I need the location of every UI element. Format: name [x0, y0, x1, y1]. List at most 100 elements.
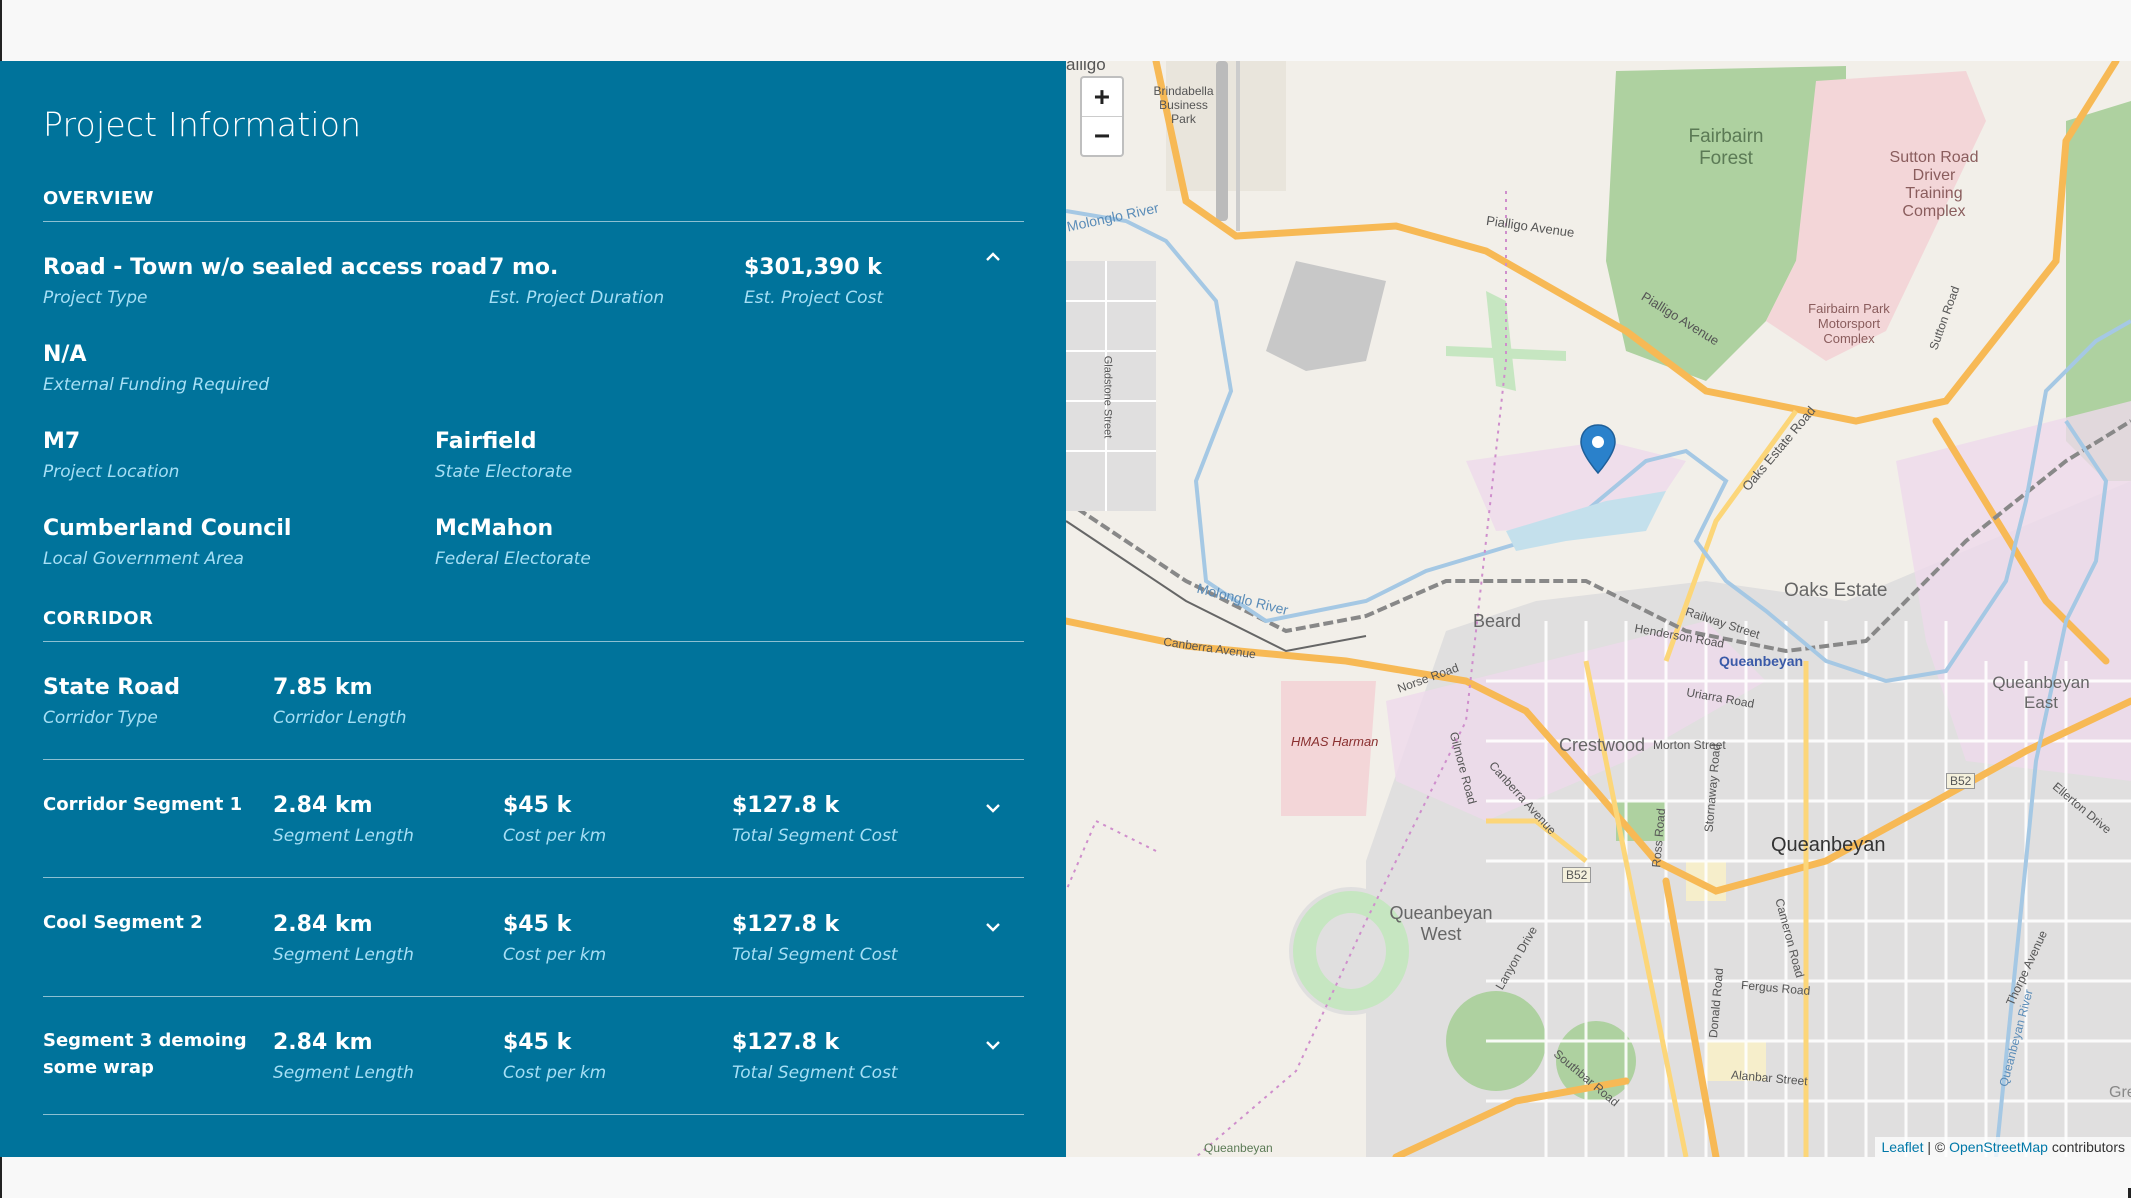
total-segment-cost-label: Total Segment Cost	[732, 945, 898, 965]
map-label: Queanbeyan	[1771, 834, 1886, 856]
chevron-down-icon	[986, 1041, 1000, 1050]
segments-divider	[43, 759, 1024, 760]
map-label: Gre	[2109, 1084, 2131, 1101]
map-label: Fairbairn Forest	[1688, 126, 1764, 169]
cost-per-km-field: $45 k Cost per km	[503, 793, 606, 846]
map-label: B52	[1946, 773, 1976, 789]
attribution-separator: | ©	[1923, 1139, 1950, 1155]
map-label: Gladstone Street	[1101, 355, 1114, 439]
segment-length-value: 2.84 km	[273, 1030, 373, 1055]
segment-divider	[43, 1114, 1024, 1115]
map-label: alligo	[1066, 61, 1106, 74]
segment-length-field: 2.84 km Segment Length	[273, 1030, 414, 1083]
corridor-type-field: State Road Corridor Type	[43, 675, 180, 728]
openstreetmap-link[interactable]: OpenStreetMap	[1949, 1139, 2048, 1155]
expand-segment-3-button[interactable]	[982, 1034, 1004, 1056]
project-information-panel: Project Information OVERVIEW Road - Town…	[0, 61, 1066, 1157]
location-value: M7	[43, 429, 81, 454]
segment-length-value: 2.84 km	[273, 793, 373, 818]
leaflet-link[interactable]: Leaflet	[1881, 1139, 1923, 1155]
map-attribution: Leaflet | © OpenStreetMap contributors	[1875, 1137, 2131, 1157]
cost-label: Est. Project Cost	[744, 288, 884, 308]
segment-length-label: Segment Length	[273, 1063, 414, 1083]
cost-per-km-label: Cost per km	[503, 1063, 607, 1083]
corridor-heading: CORRIDOR	[43, 608, 154, 629]
chevron-up-icon	[986, 252, 1000, 261]
total-segment-cost-field: $127.8 k Total Segment Cost	[732, 793, 898, 846]
federal-electorate-field: McMahon Federal Electorate	[435, 516, 591, 569]
cost-per-km-value: $45 k	[503, 793, 572, 818]
total-segment-cost-value: $127.8 k	[732, 912, 840, 937]
lga-value: Cumberland Council	[43, 516, 292, 541]
zoom-in-button[interactable]: +	[1082, 78, 1122, 116]
location-field: M7 Project Location	[43, 429, 179, 482]
state-electorate-value: Fairfield	[435, 429, 537, 454]
segment-length-field: 2.84 km Segment Length	[273, 912, 414, 965]
corridor-type-value: State Road	[43, 675, 180, 700]
map-view[interactable]: + − alligo Fairbairn Forest Sutton Road …	[1066, 61, 2131, 1157]
funding-field: N/A External Funding Required	[43, 342, 269, 395]
collapse-overview-button[interactable]	[982, 246, 1004, 268]
map-label: B52	[1562, 867, 1592, 883]
cost-per-km-label: Cost per km	[503, 945, 607, 965]
chevron-down-icon	[986, 804, 1000, 813]
lga-field: Cumberland Council Local Government Area	[43, 516, 291, 569]
federal-electorate-label: Federal Electorate	[435, 549, 591, 569]
chevron-down-icon	[986, 923, 1000, 932]
project-type-value: Road - Town w/o sealed access road	[43, 255, 488, 280]
state-electorate-field: Fairfield State Electorate	[435, 429, 572, 482]
map-label: Oaks Estate	[1784, 580, 1888, 601]
page-title: Project Information	[43, 105, 362, 144]
funding-label: External Funding Required	[43, 375, 270, 395]
segment-divider	[43, 877, 1024, 878]
location-label: Project Location	[43, 462, 180, 482]
map-label: Queanbeyan West	[1389, 903, 1493, 944]
map-label: Queanbeyan East	[1992, 673, 2090, 712]
map-tiles[interactable]	[1066, 61, 2131, 1157]
cost-per-km-value: $45 k	[503, 1030, 572, 1055]
duration-field: 7 mo. Est. Project Duration	[489, 255, 664, 308]
map-label: Queanbeyan	[1719, 653, 1804, 669]
top-bar	[0, 0, 2131, 61]
cost-per-km-label: Cost per km	[503, 826, 607, 846]
map-marker-icon[interactable]	[1580, 424, 1616, 474]
federal-electorate-value: McMahon	[435, 516, 554, 541]
duration-label: Est. Project Duration	[489, 288, 665, 308]
cost-per-km-value: $45 k	[503, 912, 572, 937]
segment-length-label: Segment Length	[273, 826, 414, 846]
total-segment-cost-field: $127.8 k Total Segment Cost	[732, 1030, 898, 1083]
corridor-type-label: Corridor Type	[43, 708, 158, 728]
duration-value: 7 mo.	[489, 255, 559, 280]
map-label: Sutton Road Driver Training Complex	[1889, 149, 1979, 220]
segment-name: Cool Segment 2	[43, 912, 203, 933]
total-segment-cost-label: Total Segment Cost	[732, 1063, 898, 1083]
segment-name: Segment 3 demoing some wrap	[43, 1030, 247, 1078]
project-type-field: Road - Town w/o sealed access road Proje…	[43, 255, 487, 308]
corridor-length-label: Corridor Length	[273, 708, 407, 728]
cost-per-km-field: $45 k Cost per km	[503, 912, 606, 965]
cost-value: $301,390 k	[744, 255, 882, 280]
map-label: Crestwood	[1559, 735, 1646, 755]
overview-divider	[43, 221, 1024, 222]
segment-length-label: Segment Length	[273, 945, 414, 965]
bottom-bar	[0, 1157, 2131, 1198]
map-label: HMAS Harman	[1291, 734, 1379, 749]
funding-value: N/A	[43, 342, 87, 367]
attribution-suffix: contributors	[2047, 1139, 2125, 1155]
map-label: Queanbeyan	[1204, 1141, 1273, 1155]
zoom-out-button[interactable]: −	[1082, 116, 1122, 155]
total-segment-cost-field: $127.8 k Total Segment Cost	[732, 912, 898, 965]
total-segment-cost-value: $127.8 k	[732, 793, 840, 818]
map-label: Brindabella Business Park	[1153, 84, 1214, 126]
expand-segment-1-button[interactable]	[982, 797, 1004, 819]
segment-divider	[43, 996, 1024, 997]
corridor-length-value: 7.85 km	[273, 675, 373, 700]
expand-segment-2-button[interactable]	[982, 916, 1004, 938]
total-segment-cost-label: Total Segment Cost	[732, 826, 898, 846]
lga-label: Local Government Area	[43, 549, 244, 569]
segment-length-value: 2.84 km	[273, 912, 373, 937]
segment-name: Corridor Segment 1	[43, 794, 243, 815]
zoom-control: + −	[1080, 76, 1124, 157]
overview-heading: OVERVIEW	[43, 188, 154, 209]
cost-per-km-field: $45 k Cost per km	[503, 1030, 606, 1083]
